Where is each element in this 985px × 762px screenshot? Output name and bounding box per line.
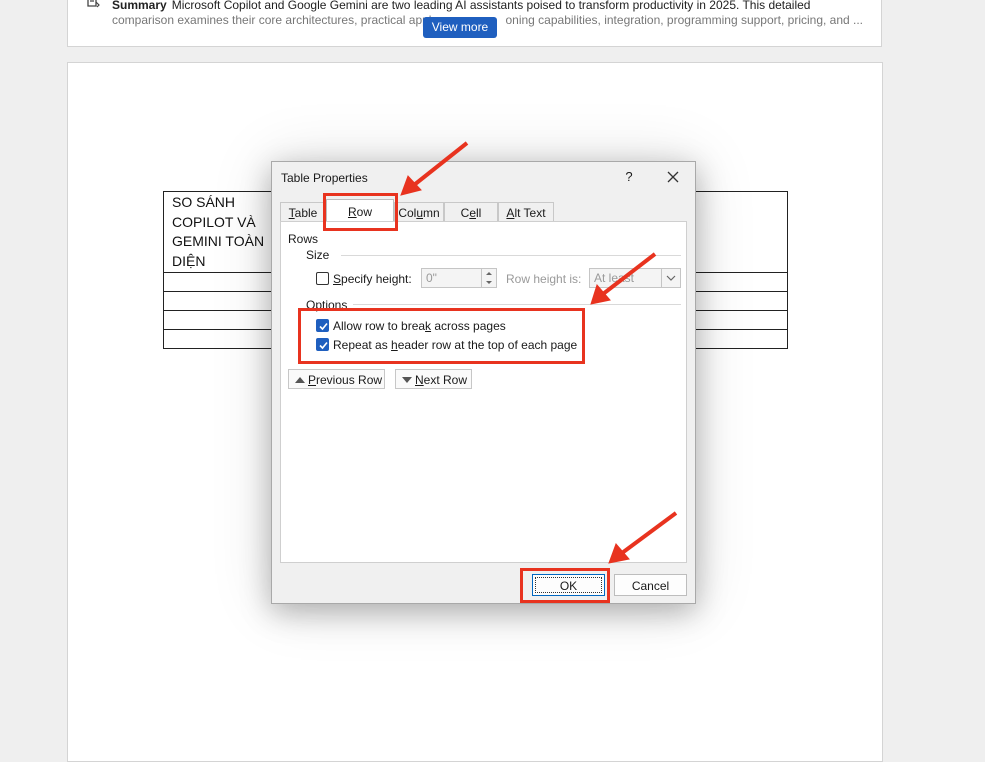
annotation-arrows [400,141,678,564]
